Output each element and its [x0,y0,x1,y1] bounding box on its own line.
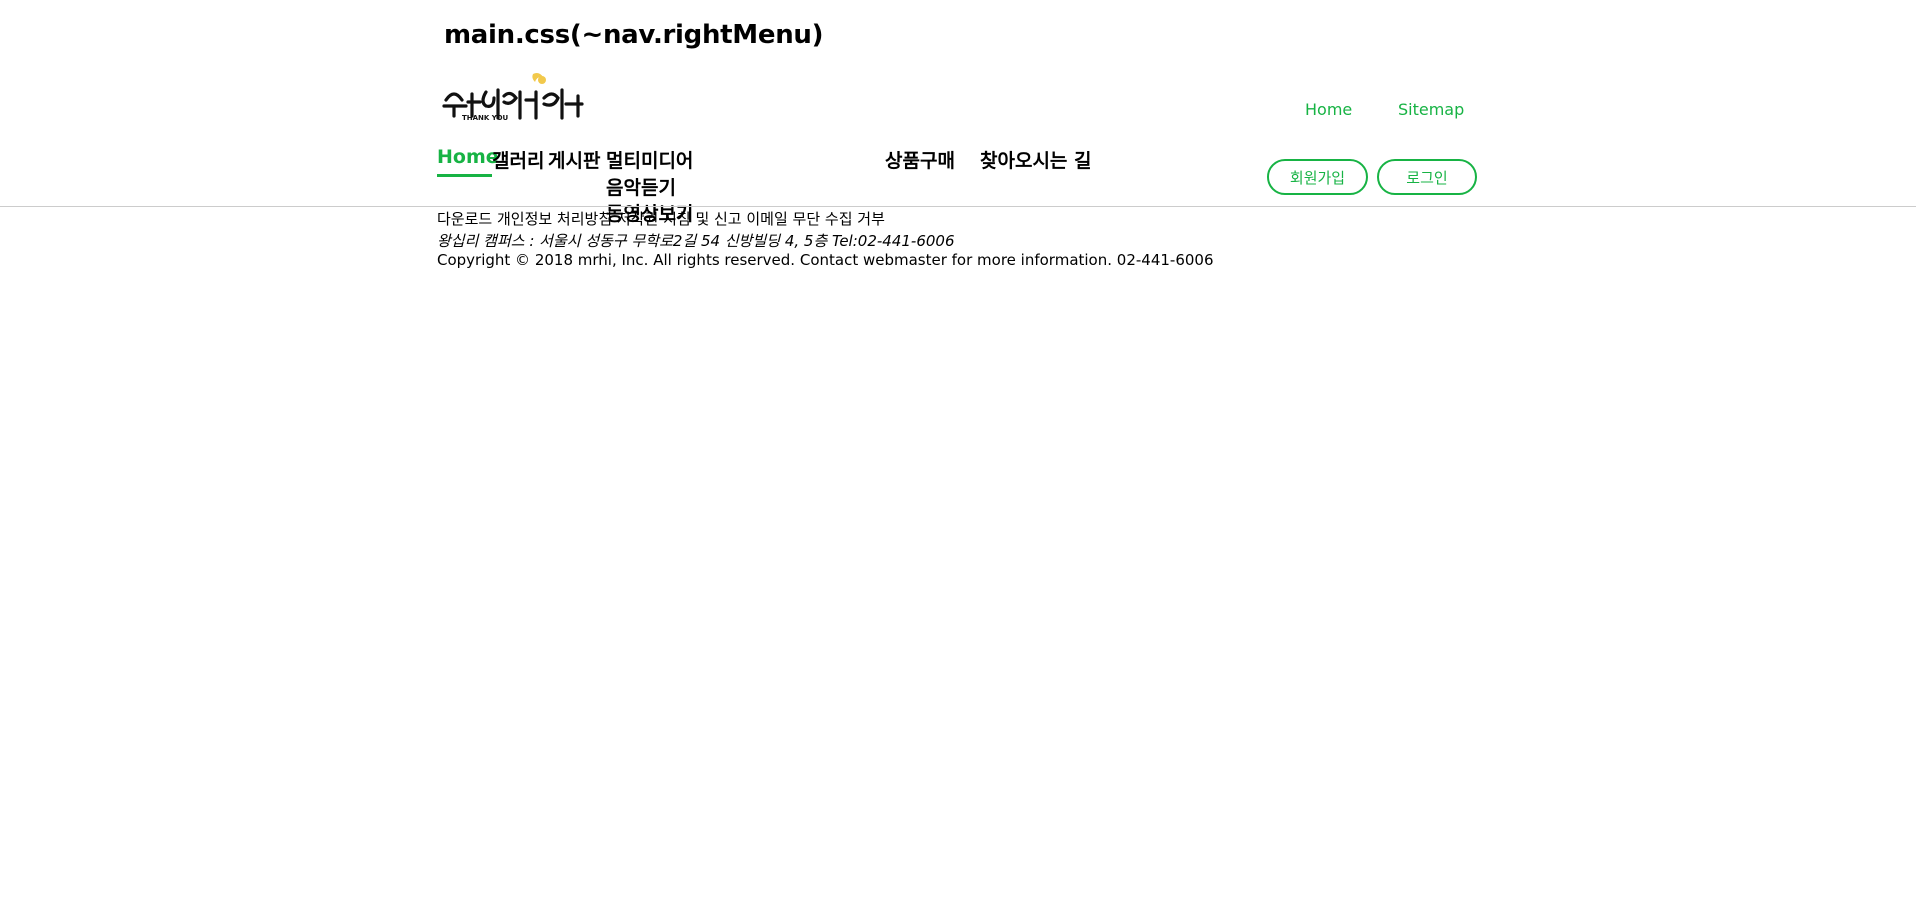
join-button[interactable]: 회원가입 [1267,159,1368,195]
site-logo[interactable]: THANK YOU [440,70,590,124]
thank-you-logo-icon: THANK YOU [442,73,584,122]
page-title: main.css(~nav.rightMenu) [444,20,824,50]
footer-links[interactable]: 다운로드 개인정보 처리방침 저작권 지침 및 신고 이메일 무단 수집 거부 [437,208,885,229]
header-divider [0,206,1916,207]
gnb-item-directions[interactable]: 찾아오시는 길 [980,146,1092,173]
gnb-item-gallery[interactable]: 갤러리 [492,146,544,173]
footer-copyright: Copyright © 2018 mrhi, Inc. All rights r… [437,251,1214,269]
top-link-home[interactable]: Home [1305,100,1352,119]
footer-address: 왕십리 캠퍼스 : 서울시 성동구 무학로2길 54 신방빌딩 4, 5층 Te… [437,232,955,250]
login-button[interactable]: 로그인 [1377,159,1477,195]
gnb-active-underline [437,174,492,177]
gnb-item-multimedia[interactable]: 멀티미디어 [606,146,693,173]
gnb-item-home[interactable]: Home [437,146,499,168]
svg-text:THANK YOU: THANK YOU [462,114,509,122]
gnb-item-shop[interactable]: 상품구매 [885,146,955,173]
top-link-sitemap[interactable]: Sitemap [1398,100,1464,119]
gnb-item-board[interactable]: 게시판 [548,146,600,173]
submenu-item-music[interactable]: 음악듣기 [606,173,676,200]
